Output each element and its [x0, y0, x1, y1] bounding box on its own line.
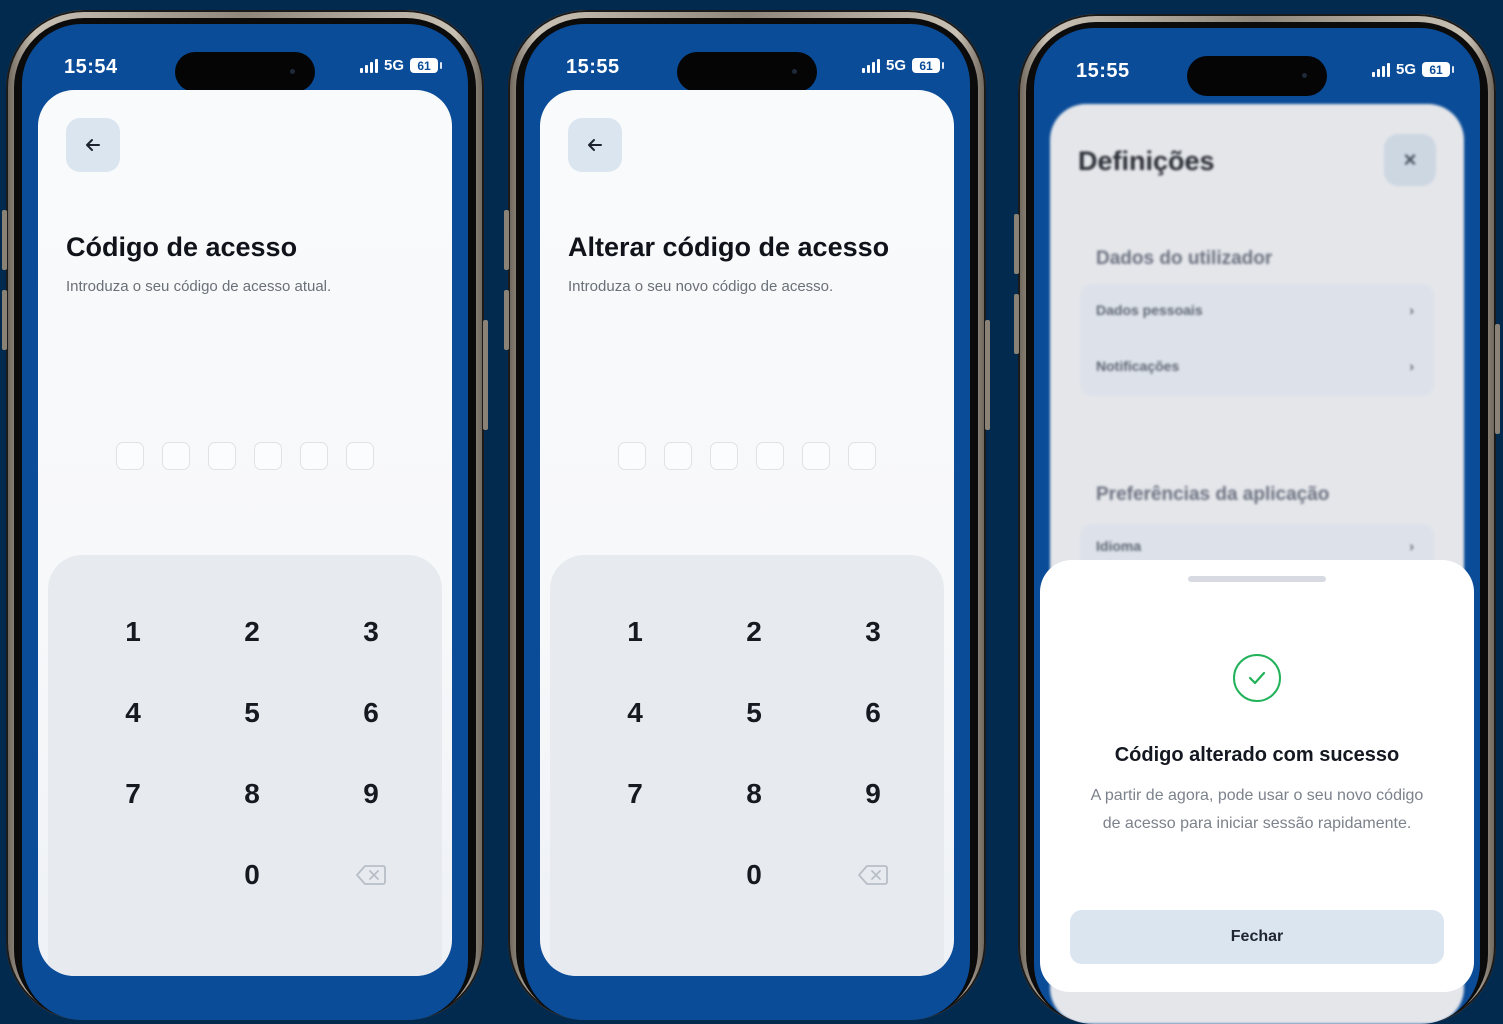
- section-app-preferences: Preferências da aplicação: [1096, 484, 1330, 505]
- key-3[interactable]: 3: [833, 607, 913, 657]
- signal-icon: [861, 58, 880, 73]
- key-3[interactable]: 3: [331, 607, 411, 657]
- menu-item-personal-data[interactable]: Dados pessoais ›: [1096, 302, 1414, 318]
- dynamic-island: [677, 52, 817, 92]
- close-icon: ×: [1403, 147, 1417, 172]
- key-5[interactable]: 5: [714, 688, 794, 738]
- key-9[interactable]: 9: [833, 769, 913, 819]
- chevron-right-icon: ›: [1409, 358, 1414, 374]
- key-4[interactable]: 4: [595, 688, 675, 738]
- back-button[interactable]: [66, 118, 120, 172]
- key-9[interactable]: 9: [331, 769, 411, 819]
- key-6[interactable]: 6: [331, 688, 411, 738]
- pin-box: [346, 442, 374, 470]
- screen-success: 15:55 5G 61 Definições × Dados do utiliz…: [1034, 28, 1480, 1024]
- key-8[interactable]: 8: [212, 769, 292, 819]
- sheet-handle[interactable]: [1188, 576, 1326, 582]
- key-0[interactable]: 0: [714, 850, 794, 900]
- delete-key[interactable]: [833, 850, 913, 900]
- pin-box: [756, 442, 784, 470]
- key-0[interactable]: 0: [212, 850, 292, 900]
- user-menu-group: Dados pessoais › Notificações ›: [1080, 284, 1434, 396]
- network-type: 5G: [383, 57, 404, 74]
- pin-box: [848, 442, 876, 470]
- phone-frame-1: 15:54 5G 61 Código de acesso Introduza o…: [2, 10, 488, 1020]
- close-button[interactable]: ×: [1384, 134, 1436, 186]
- chevron-right-icon: ›: [1409, 538, 1414, 554]
- check-circle-icon: [1233, 654, 1281, 702]
- pin-box: [710, 442, 738, 470]
- menu-item-label: Idioma: [1096, 538, 1142, 554]
- menu-item-label: Notificações: [1096, 358, 1180, 374]
- passcode-card: Alterar código de acesso Introduza o seu…: [540, 90, 954, 976]
- status-time: 15:54: [64, 56, 118, 78]
- pin-box: [300, 442, 328, 470]
- key-1[interactable]: 1: [93, 607, 173, 657]
- signal-icon: [359, 58, 378, 73]
- arrow-left-icon: [86, 139, 100, 151]
- dynamic-island: [1187, 56, 1327, 96]
- pin-box: [254, 442, 282, 470]
- success-title: Código alterado com sucesso: [1114, 744, 1400, 766]
- passcode-card: Código de acesso Introduza o seu código …: [38, 90, 452, 976]
- close-sheet-button[interactable]: Fechar: [1070, 910, 1444, 964]
- backspace-icon: [858, 865, 888, 885]
- key-6[interactable]: 6: [833, 688, 913, 738]
- pin-box: [664, 442, 692, 470]
- network-type: 5G: [885, 57, 906, 74]
- status-indicators: 5G 61: [1371, 61, 1454, 78]
- key-2[interactable]: 2: [212, 607, 292, 657]
- numeric-keypad: 1 2 3 4 5 6 7 8 9 0: [48, 555, 442, 976]
- menu-item-language[interactable]: Idioma ›: [1096, 538, 1414, 554]
- pin-box: [618, 442, 646, 470]
- pin-box: [162, 442, 190, 470]
- status-indicators: 5G 61: [861, 57, 944, 74]
- pin-box: [802, 442, 830, 470]
- key-5[interactable]: 5: [212, 688, 292, 738]
- status-time: 15:55: [1076, 60, 1130, 82]
- screen-current-code: 15:54 5G 61 Código de acesso Introduza o…: [22, 24, 468, 1020]
- pin-box: [208, 442, 236, 470]
- numeric-keypad: 1 2 3 4 5 6 7 8 9 0: [550, 555, 944, 976]
- pin-box: [116, 442, 144, 470]
- chevron-right-icon: ›: [1409, 302, 1414, 318]
- pin-input[interactable]: [540, 442, 954, 470]
- arrow-left-icon: [588, 139, 602, 151]
- key-4[interactable]: 4: [93, 688, 173, 738]
- status-indicators: 5G 61: [359, 57, 442, 74]
- delete-key[interactable]: [331, 850, 411, 900]
- dynamic-island: [175, 52, 315, 92]
- key-7[interactable]: 7: [595, 769, 675, 819]
- phone-frame-2: 15:55 5G 61 Alterar código de acesso Int…: [504, 10, 990, 1020]
- key-2[interactable]: 2: [714, 607, 794, 657]
- success-bottom-sheet: Código alterado com sucesso A partir de …: [1040, 560, 1474, 992]
- key-1[interactable]: 1: [595, 607, 675, 657]
- battery-icon: 61: [912, 58, 944, 73]
- key-8[interactable]: 8: [714, 769, 794, 819]
- page-title: Código de acesso: [66, 232, 298, 262]
- page-subtitle: Introduza o seu código de acesso atual.: [66, 278, 332, 295]
- network-type: 5G: [1395, 61, 1416, 78]
- settings-title: Definições: [1078, 146, 1215, 176]
- signal-icon: [1371, 62, 1390, 77]
- section-user-data: Dados do utilizador: [1096, 248, 1273, 269]
- back-button[interactable]: [568, 118, 622, 172]
- key-7[interactable]: 7: [93, 769, 173, 819]
- menu-item-notifications[interactable]: Notificações ›: [1096, 358, 1414, 374]
- battery-icon: 61: [410, 58, 442, 73]
- page-subtitle: Introduza o seu novo código de acesso.: [568, 278, 834, 295]
- phone-frame-3: 15:55 5G 61 Definições × Dados do utiliz…: [1014, 14, 1500, 1024]
- success-message: A partir de agora, pode usar o seu novo …: [1090, 787, 1424, 832]
- status-time: 15:55: [566, 56, 620, 78]
- menu-item-label: Dados pessoais: [1096, 302, 1203, 318]
- page-title: Alterar código de acesso: [568, 232, 890, 262]
- pin-input[interactable]: [38, 442, 452, 470]
- battery-icon: 61: [1422, 62, 1454, 77]
- backspace-icon: [356, 865, 386, 885]
- screen-new-code: 15:55 5G 61 Alterar código de acesso Int…: [524, 24, 970, 1020]
